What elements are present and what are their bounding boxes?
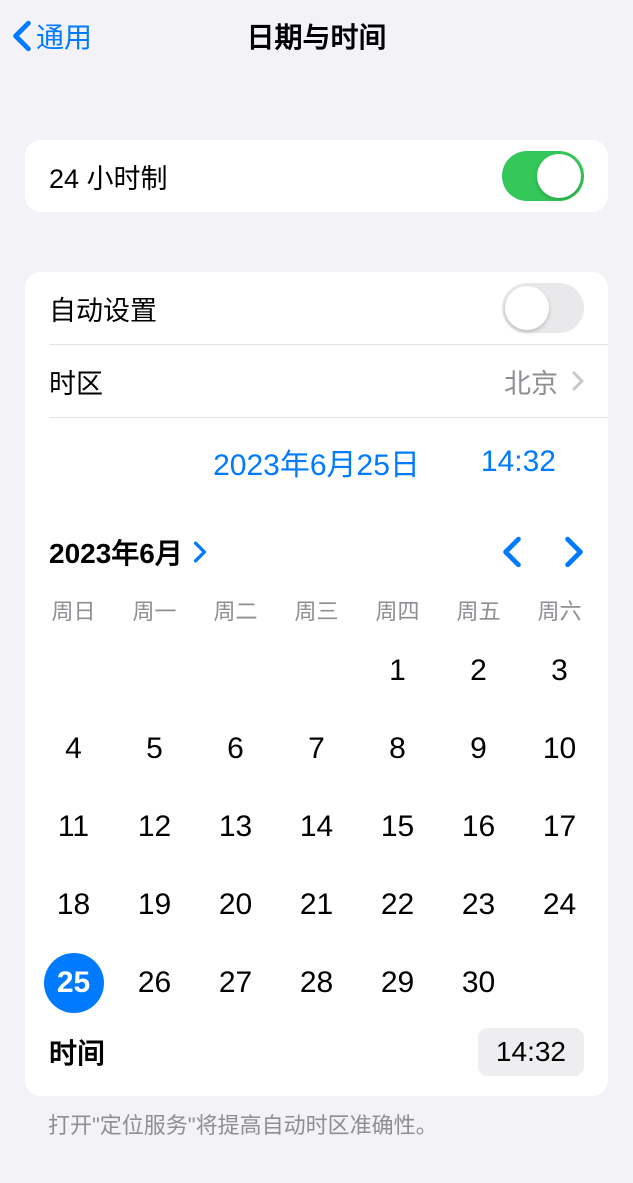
- weekday-header: 周四: [357, 594, 438, 626]
- calendar-day[interactable]: 13: [195, 788, 276, 866]
- calendar-day[interactable]: 15: [357, 788, 438, 866]
- calendar-day[interactable]: 5: [114, 710, 195, 788]
- calendar-day[interactable]: 22: [357, 866, 438, 944]
- next-month-button[interactable]: [564, 536, 584, 568]
- calendar-day[interactable]: 8: [357, 710, 438, 788]
- timezone-row[interactable]: 时区 北京: [25, 345, 608, 417]
- calendar-day[interactable]: 4: [33, 710, 114, 788]
- calendar-day[interactable]: 7: [276, 710, 357, 788]
- calendar-empty-cell: [195, 632, 276, 710]
- chevron-left-icon: [12, 20, 32, 52]
- calendar-day[interactable]: 26: [114, 944, 195, 1022]
- timezone-value: 北京: [504, 362, 558, 401]
- calendar-day[interactable]: 2: [438, 632, 519, 710]
- calendar-day[interactable]: 11: [33, 788, 114, 866]
- prev-month-button[interactable]: [502, 536, 522, 568]
- weekday-header: 周日: [33, 594, 114, 626]
- auto-set-label: 自动设置: [49, 289, 157, 328]
- calendar-day[interactable]: 9: [438, 710, 519, 788]
- chevron-right-icon: [193, 541, 207, 563]
- calendar-day[interactable]: 14: [276, 788, 357, 866]
- calendar-empty-cell: [33, 632, 114, 710]
- timezone-label: 时区: [49, 362, 103, 401]
- weekday-header: 周二: [195, 594, 276, 626]
- time-label: 时间: [49, 1032, 105, 1072]
- toggle-knob: [537, 154, 581, 198]
- calendar-day[interactable]: 28: [276, 944, 357, 1022]
- auto-set-row: 自动设置: [25, 272, 608, 344]
- calendar-day[interactable]: 21: [276, 866, 357, 944]
- calendar-empty-cell: [276, 632, 357, 710]
- twenty-four-hour-row: 24 小时制: [25, 140, 608, 212]
- back-button[interactable]: 通用: [0, 16, 92, 56]
- calendar-day[interactable]: 30: [438, 944, 519, 1022]
- weekday-header: 周三: [276, 594, 357, 626]
- calendar-day[interactable]: 19: [114, 866, 195, 944]
- page-title: 日期与时间: [246, 16, 386, 56]
- auto-set-toggle[interactable]: [502, 283, 584, 333]
- current-time-button[interactable]: 14:32: [481, 445, 556, 479]
- weekday-header: 周一: [114, 594, 195, 626]
- weekday-header: 周五: [438, 594, 519, 626]
- calendar-day[interactable]: 12: [114, 788, 195, 866]
- calendar-day[interactable]: 6: [195, 710, 276, 788]
- toggle-knob: [505, 286, 549, 330]
- calendar-day[interactable]: 23: [438, 866, 519, 944]
- footer-note: 打开"定位服务"将提高自动时区准确性。: [0, 1096, 633, 1140]
- twenty-four-hour-toggle[interactable]: [502, 151, 584, 201]
- calendar-day[interactable]: 25: [33, 944, 114, 1022]
- calendar-day[interactable]: 17: [519, 788, 600, 866]
- time-picker-button[interactable]: 14:32: [478, 1028, 584, 1076]
- chevron-right-icon: [572, 371, 584, 391]
- calendar-day[interactable]: 1: [357, 632, 438, 710]
- calendar-empty-cell: [114, 632, 195, 710]
- current-date-button[interactable]: 2023年6月25日: [213, 440, 420, 484]
- calendar-day[interactable]: 3: [519, 632, 600, 710]
- calendar-day[interactable]: 29: [357, 944, 438, 1022]
- calendar-day[interactable]: 18: [33, 866, 114, 944]
- calendar-day[interactable]: 24: [519, 866, 600, 944]
- weekday-header: 周六: [519, 594, 600, 626]
- twenty-four-hour-label: 24 小时制: [49, 157, 168, 196]
- back-label: 通用: [36, 16, 92, 56]
- calendar-day[interactable]: 20: [195, 866, 276, 944]
- calendar-day[interactable]: 16: [438, 788, 519, 866]
- calendar-day[interactable]: 10: [519, 710, 600, 788]
- calendar-day[interactable]: 27: [195, 944, 276, 1022]
- month-label: 2023年6月: [49, 532, 183, 572]
- month-picker-button[interactable]: 2023年6月: [49, 532, 207, 572]
